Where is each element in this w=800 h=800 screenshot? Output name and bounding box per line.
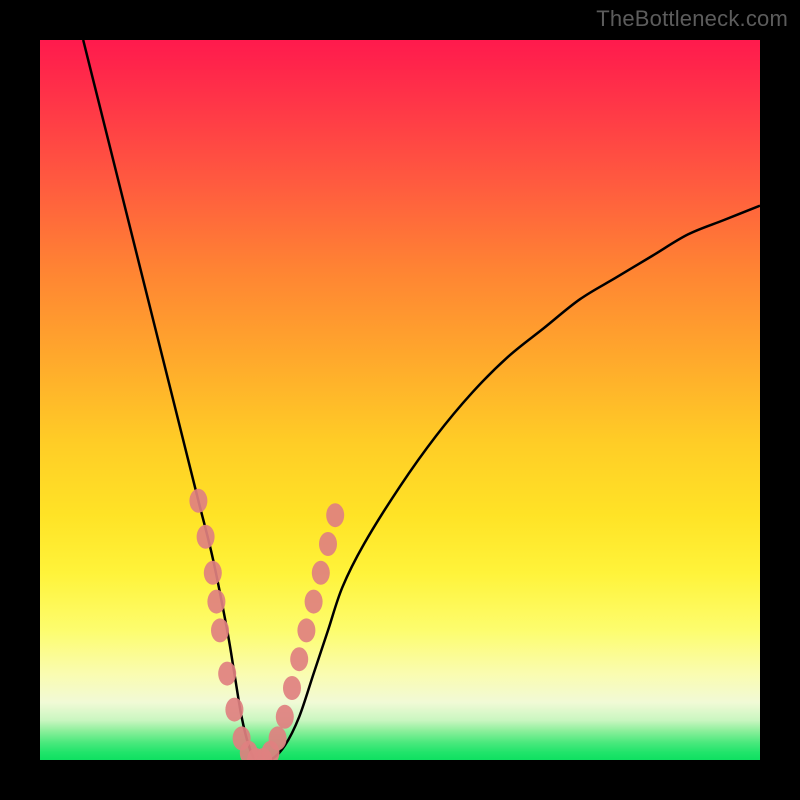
- marker-point: [197, 525, 215, 549]
- highlighted-points: [189, 489, 344, 760]
- plot-area: [40, 40, 760, 760]
- marker-point: [225, 698, 243, 722]
- marker-point: [326, 503, 344, 527]
- chart-container: TheBottleneck.com: [0, 0, 800, 800]
- marker-point: [319, 532, 337, 556]
- watermark-text: TheBottleneck.com: [596, 6, 788, 32]
- marker-point: [297, 618, 315, 642]
- marker-point: [218, 662, 236, 686]
- marker-point: [276, 705, 294, 729]
- marker-point: [207, 590, 225, 614]
- marker-point: [312, 561, 330, 585]
- curve-layer: [40, 40, 760, 760]
- marker-point: [305, 590, 323, 614]
- marker-point: [283, 676, 301, 700]
- marker-point: [204, 561, 222, 585]
- marker-point: [269, 726, 287, 750]
- bottleneck-curve-path: [83, 40, 760, 760]
- bottleneck-curve: [83, 40, 760, 760]
- marker-point: [189, 489, 207, 513]
- marker-point: [211, 618, 229, 642]
- marker-point: [290, 647, 308, 671]
